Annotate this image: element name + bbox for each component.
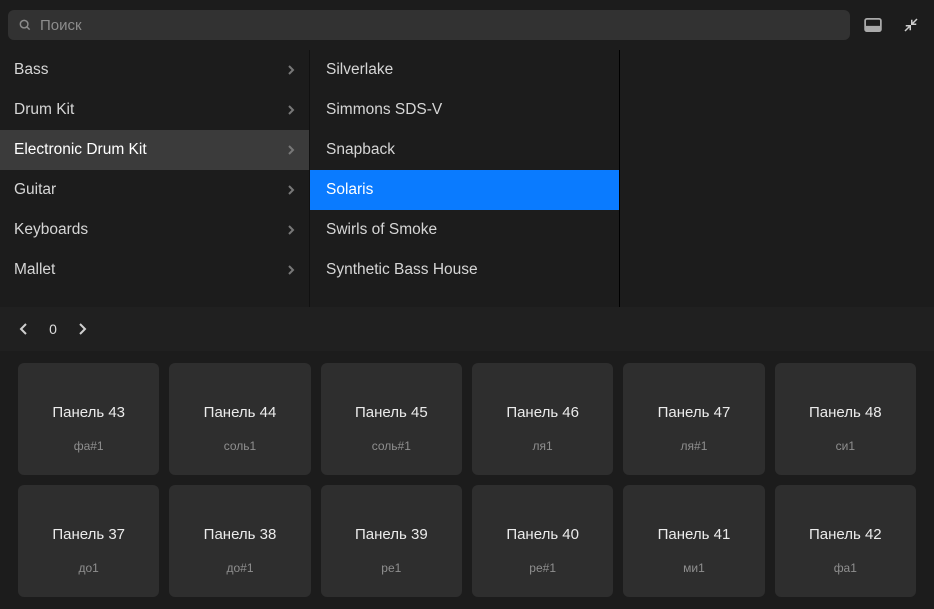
chevron-right-icon [287,144,295,156]
pad-title: Панель 38 [204,526,277,543]
category-item[interactable]: Guitar [0,170,309,210]
pad-note: соль1 [224,439,256,453]
chevron-right-icon [287,264,295,276]
pad-note: ми1 [683,561,705,575]
preset-list: Silverlake Simmons SDS-V Snapback Solaris Sw… [310,50,620,307]
pad-title: Панель 39 [355,526,428,543]
drum-pad[interactable]: Панель 45 соль#1 [321,363,462,475]
category-item[interactable]: Bass [0,50,309,90]
category-label: Keyboards [14,221,88,239]
octave-prev-button[interactable] [12,317,36,341]
pad-note: ре1 [381,561,401,575]
drum-pad[interactable]: Панель 43 фа#1 [18,363,159,475]
drum-pads: Панель 43 фа#1 Панель 44 соль1 Панель 45 соль… [0,351,934,609]
pad-note: ре#1 [529,561,556,575]
pad-note: фа#1 [74,439,104,453]
pad-title: Панель 37 [52,526,125,543]
top-bar [0,0,934,50]
octave-value: 0 [36,321,70,337]
drum-pad[interactable]: Панель 46 ля1 [472,363,613,475]
search-input[interactable] [40,17,840,34]
pad-note: до#1 [226,561,253,575]
category-label: Drum Kit [14,101,74,119]
preset-item[interactable]: Synthetic Bass House [310,250,619,290]
drum-pad[interactable]: Панель 47 ля#1 [623,363,764,475]
chevron-right-icon [287,64,295,76]
pad-title: Панель 48 [809,404,882,421]
drum-pad[interactable]: Панель 38 до#1 [169,485,310,597]
chevron-right-icon [287,224,295,236]
drum-pad[interactable]: Панель 44 соль1 [169,363,310,475]
pad-title: Панель 47 [658,404,731,421]
preset-item[interactable]: Simmons SDS-V [310,90,619,130]
drum-pad[interactable]: Панель 41 ми1 [623,485,764,597]
collapse-icon[interactable] [896,10,926,40]
drum-pad[interactable]: Панель 42 фа1 [775,485,916,597]
pad-title: Панель 44 [204,404,277,421]
preset-label: Snapback [326,141,395,159]
preset-label: Synthetic Bass House [326,261,478,279]
category-list: Bass Drum Kit Electronic Drum Kit Guitar Key… [0,50,310,307]
pad-title: Панель 40 [506,526,579,543]
preset-label: Swirls of Smoke [326,221,437,239]
drum-pad[interactable]: Панель 48 си1 [775,363,916,475]
octave-nav: 0 [0,307,934,351]
pad-title: Панель 42 [809,526,882,543]
category-label: Mallet [14,261,55,279]
preset-label: Solaris [326,181,373,199]
category-item[interactable]: Electronic Drum Kit [0,130,309,170]
search-icon [18,18,32,32]
chevron-right-icon [287,184,295,196]
preset-item[interactable]: Synthio [310,290,619,307]
octave-next-button[interactable] [70,317,94,341]
category-item[interactable]: Keyboards [0,210,309,250]
drum-pad[interactable]: Панель 37 до1 [18,485,159,597]
pad-title: Панель 45 [355,404,428,421]
drum-pad[interactable]: Панель 40 ре#1 [472,485,613,597]
category-label: Bass [14,61,48,79]
preset-label: Silverlake [326,61,393,79]
category-label: Electronic Drum Kit [14,141,147,159]
pad-title: Панель 46 [506,404,579,421]
pad-title: Панель 43 [52,404,125,421]
category-item[interactable]: Mallet [0,250,309,290]
search-field[interactable] [8,10,850,40]
preset-label: Simmons SDS-V [326,101,442,119]
window-icon[interactable] [858,10,888,40]
pad-note: ля1 [533,439,553,453]
chevron-right-icon [287,104,295,116]
drum-pad[interactable]: Панель 39 ре1 [321,485,462,597]
category-label: Guitar [14,181,56,199]
pad-title: Панель 41 [658,526,731,543]
pad-note: си1 [836,439,855,453]
pad-note: до1 [78,561,98,575]
pad-note: фа1 [834,561,857,575]
preset-item[interactable]: Swirls of Smoke [310,210,619,250]
preset-item[interactable]: Snapback [310,130,619,170]
preset-item[interactable]: Silverlake [310,50,619,90]
preset-item[interactable]: Solaris [310,170,619,210]
pad-note: ля#1 [681,439,708,453]
category-item[interactable]: Drum Kit [0,90,309,130]
pad-note: соль#1 [372,439,411,453]
